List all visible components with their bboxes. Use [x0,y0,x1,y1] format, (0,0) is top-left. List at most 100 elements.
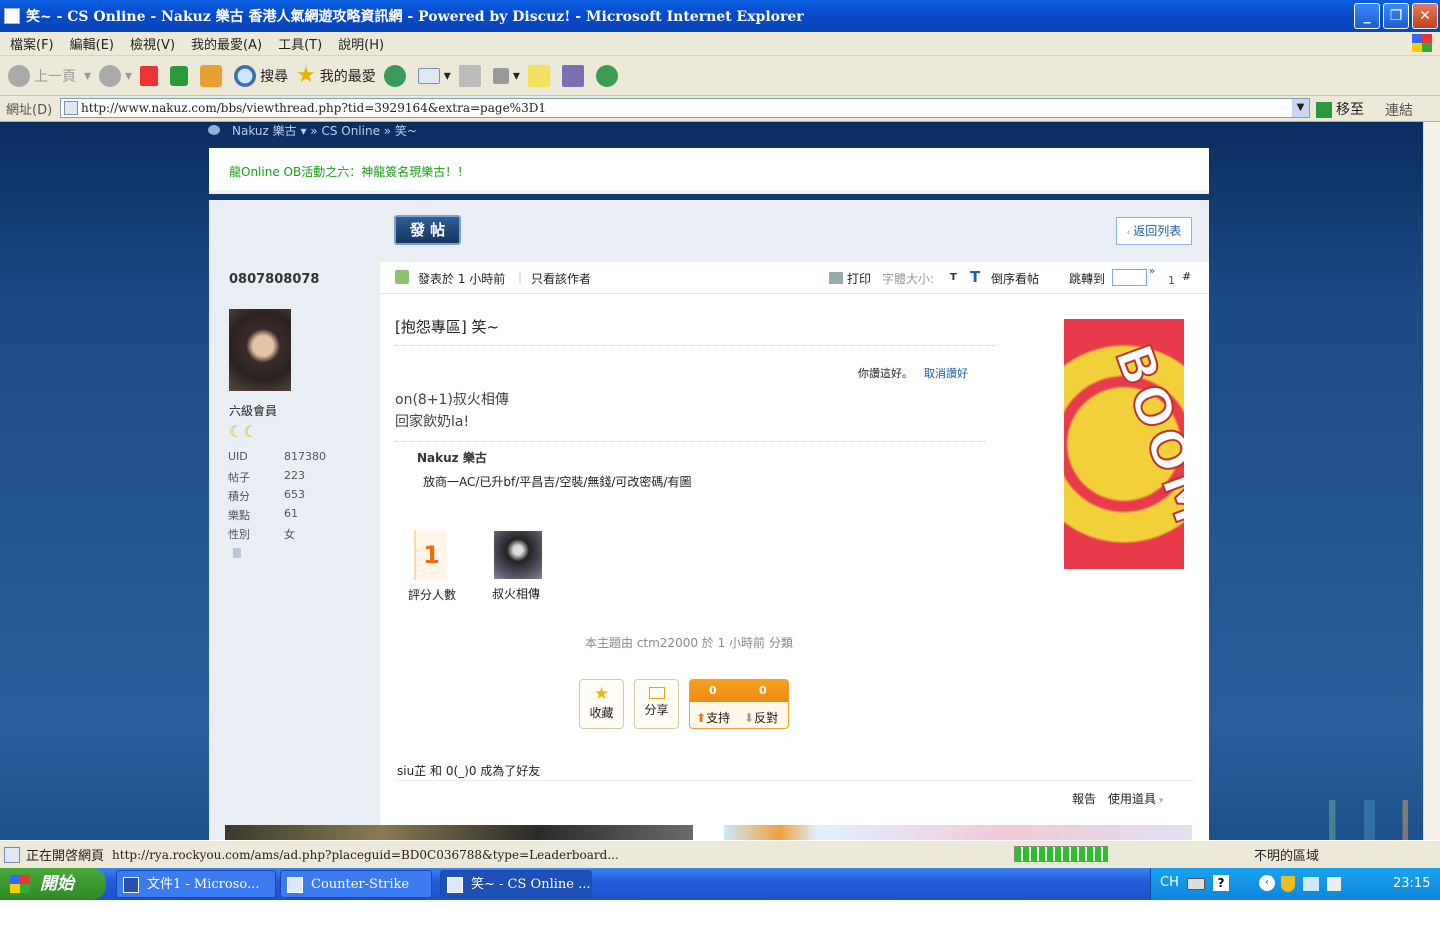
favorite-button[interactable]: ★ 收藏 [579,679,624,729]
menu-edit[interactable]: 編輯(E) [70,34,114,53]
oppose-button[interactable]: ⬇反對 [744,709,778,726]
oppose-count: 0 [759,684,767,697]
menu-help[interactable]: 說明(H) [338,34,384,53]
support-count: 0 [709,684,717,697]
minimize-button[interactable]: _ [1354,3,1380,29]
breadcrumb-text[interactable]: Nakuz 樂古 ▾ » CS Online » 笑~ [232,124,417,138]
windows-logo-icon [1412,34,1432,52]
window-titlebar: 笑~ - CS Online - Nakuz 樂古 香港人氣網遊攻略資訊網 - … [0,0,1440,32]
menu-file[interactable]: 檔案(F) [10,34,54,53]
go-button[interactable]: 移至 [1316,99,1364,119]
mail-button[interactable]: ▾ [417,67,451,84]
tray-collapse-icon[interactable]: ‹ [1259,875,1275,891]
only-author-link[interactable]: 只看該作者 [531,270,591,287]
search-button[interactable]: 搜尋 [234,64,288,87]
toolbar: 上一頁 ▾ ▾ 搜尋 ★ 我的最愛 ▾ ▾ [0,56,1440,96]
task-ie-cs-label: Counter-Strike O... [311,877,410,920]
address-url: http://www.nakuz.com/bbs/viewthread.php?… [81,101,546,115]
bottom-banner-right[interactable] [724,825,1192,840]
floor-number: 1 [1168,274,1175,287]
menu-bar: 檔案(F) 編輯(E) 檢視(V) 我的最愛(A) 工具(T) 說明(H) [0,32,1440,56]
vote-box: 0 0 ⬆支持 ⬇反對 [689,679,789,729]
messenger-button[interactable] [595,64,622,87]
research-button[interactable] [561,64,588,87]
favorites-button[interactable]: ★ 我的最愛 [296,63,376,88]
status-url: http://rya.rockyou.com/ams/ad.php?placeg… [112,847,619,862]
discuss-button[interactable] [527,64,554,87]
start-button[interactable]: 開始 [0,868,106,900]
address-input[interactable]: http://www.nakuz.com/bbs/viewthread.php?… [60,98,1310,118]
mail-icon [417,67,440,84]
task-ie-thread-label: 笑~ - CS Online ... [471,877,591,892]
moderation-note: 本主題由 ctm22000 於 1 小時前 分類 [585,636,793,650]
post-title: [抱怨專區] 笑~ [395,316,995,346]
forward-button[interactable]: ▾ [99,64,132,87]
jump-label: 跳轉到 [1069,272,1106,286]
refresh-button[interactable] [170,65,192,86]
permalink-hash[interactable]: # [1182,270,1191,283]
rater-name[interactable]: 叔火相傳 [492,585,540,602]
maximize-button[interactable]: ❐ [1383,3,1409,29]
word-icon [123,877,139,893]
signature-divider [395,441,985,442]
task-ie-thread[interactable]: 笑~ - CS Online ... [440,870,592,898]
print-button[interactable] [458,64,485,87]
stat-value-posts: 223 [284,469,305,482]
volume-icon[interactable] [1327,877,1341,891]
stop-button[interactable] [140,65,162,86]
task-word[interactable]: 文件1 - Microso... [116,870,276,898]
address-dropdown[interactable]: ▼ [1292,99,1309,117]
bottom-banner-left[interactable] [225,825,693,840]
windows-flag-icon [10,875,30,893]
task-ie-counterstrike[interactable]: Counter-Strike O... [280,870,432,920]
menu-favorites[interactable]: 我的最愛(A) [191,34,262,53]
jump-input[interactable] [1112,269,1147,286]
up-arrow-icon: ⬆ [696,711,707,725]
stat-value-uid: 817380 [284,450,326,463]
links-button[interactable]: 連結 [1385,100,1413,120]
close-button[interactable]: ✕ [1412,3,1438,29]
back-button[interactable]: 上一頁 ▾ [8,64,91,87]
signature-text: 放商一AC/已升bf/平昌吉/空裝/無錢/可改密碼/有圖 [423,475,692,489]
username[interactable]: 0807808078 [229,272,319,287]
shield-icon[interactable] [1281,876,1295,892]
language-indicator[interactable]: CH [1160,875,1179,890]
friend-notice: siu芷 和 0(_)0 成為了好友 [397,764,541,778]
status-loading: 正在開啓網頁 [26,849,105,864]
ie-icon-active [447,877,463,893]
stat-value-lepoints: 61 [284,507,298,520]
back-to-list-button[interactable]: ‹ 返回列表 [1116,217,1192,245]
new-post-button[interactable]: 發 帖 [394,215,461,245]
menu-tools[interactable]: 工具(T) [278,34,322,53]
avatar[interactable] [229,309,291,391]
unlike-link[interactable]: 取消讚好 [924,365,968,381]
post-title-text: [抱怨專區] 笑~ [395,318,500,336]
forward-arrow-icon [99,64,122,87]
edit-button[interactable]: ▾ [492,67,520,84]
reverse-order-link[interactable]: 倒序看帖 [991,270,1039,287]
announcement-link[interactable]: 龍Online OB活動之六：神龍簽名現樂古！！ [229,163,469,180]
font-small-button[interactable]: T [950,272,957,283]
page-favicon [64,101,78,115]
keyboard-icon[interactable] [1187,878,1205,890]
font-large-button[interactable]: T [970,268,980,286]
printer-small-icon [829,272,843,284]
font-size-label: 字體大小: [882,272,935,286]
boom-ad[interactable]: BOOM [1064,319,1184,569]
history-button[interactable] [383,64,410,87]
progress-bar [1014,846,1108,862]
back-to-list-label: 返回列表 [1133,224,1182,238]
share-button[interactable]: 分享 [634,679,679,729]
rater-avatar[interactable] [494,531,542,579]
network-icon[interactable] [1303,877,1319,891]
report-link[interactable]: 報告 [1072,790,1096,807]
menu-view[interactable]: 檢視(V) [130,34,175,53]
vertical-scrollbar[interactable] [1423,122,1440,840]
go-label: 移至 [1336,102,1364,118]
rank-moon-icon: ☾☾ [229,422,258,441]
support-button[interactable]: ⬆支持 [696,709,730,726]
home-button[interactable] [200,64,226,87]
use-tools-menu[interactable]: 使用道具 ▾ [1108,790,1163,807]
help-icon[interactable]: ? [1213,875,1229,891]
print-link[interactable]: 打印 [847,270,871,287]
